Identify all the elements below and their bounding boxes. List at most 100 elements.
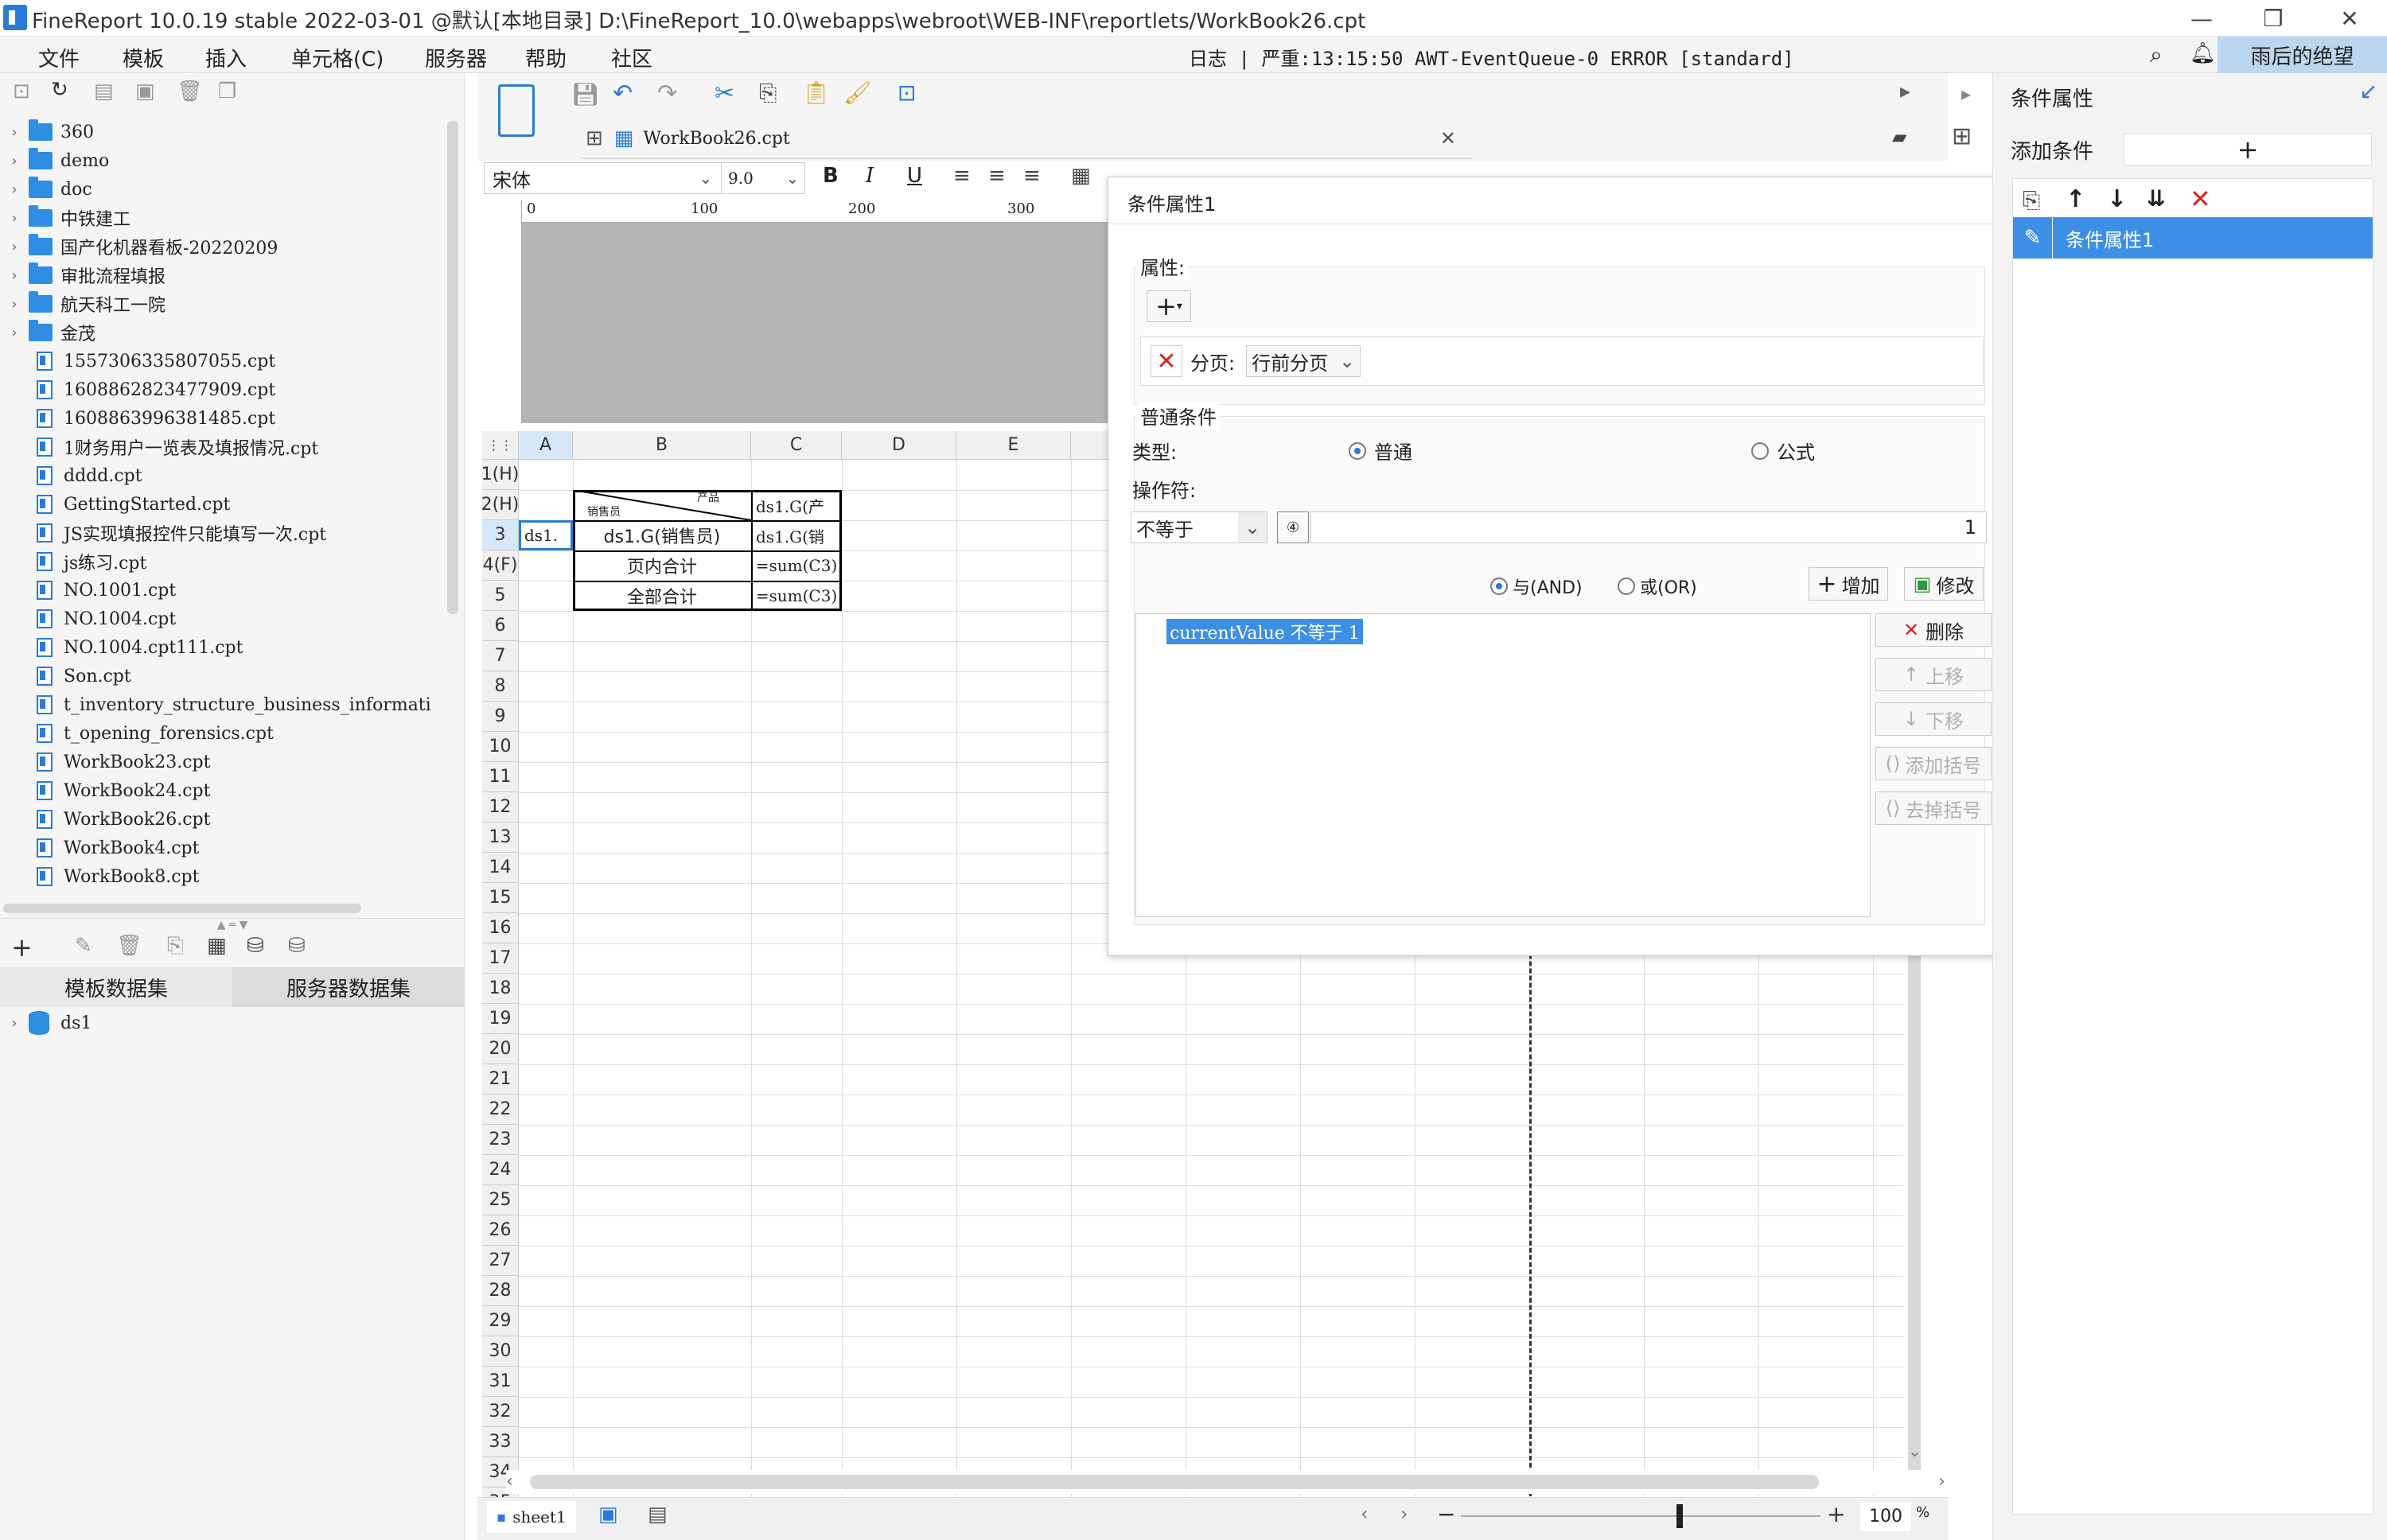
cell-c5[interactable]: =sum(C3) [751,581,842,611]
menu-server[interactable]: 服务器 [425,43,487,72]
menu-community[interactable]: 社区 [611,43,652,72]
row-header[interactable]: 16 [482,913,519,943]
file-item[interactable]: Son.cpt [0,662,131,690]
folder-item[interactable]: › 审批流程填报 [0,261,165,290]
row-header[interactable]: 14 [482,853,519,883]
log-status[interactable]: 日志 | 严重:13:15:50 AWT-EventQueue-0 ERROR … [1189,43,1794,71]
row-header[interactable]: 3 [482,520,519,550]
row-header[interactable]: 17 [482,943,519,974]
file-item[interactable]: 1608863996381485.cpt [0,404,275,433]
condition-item[interactable]: currentValue 不等于 1 [1166,619,1363,644]
panel-toggle-icon[interactable]: ▸ [1961,83,1971,105]
cell-a3[interactable]: ds1. [519,520,573,550]
row-header[interactable]: 1(H) [481,460,519,490]
expand-arrow-icon[interactable]: › [0,210,29,227]
expand-arrow-icon[interactable]: › [0,296,29,313]
value-input[interactable]: 1 [1310,511,1987,543]
refresh-icon[interactable]: ↻ [51,78,68,102]
row-header[interactable]: 15 [482,883,519,913]
expand-arrow-icon[interactable]: › [0,181,29,198]
restore-button[interactable]: ❐ [2237,0,2309,37]
condition-list[interactable]: currentValue 不等于 1 [1135,613,1871,917]
row-header[interactable]: 20 [482,1034,519,1064]
copy-icon[interactable]: ❐ [218,80,236,103]
column-header[interactable]: C [751,431,842,460]
search-icon[interactable]: ⌕ [2150,41,2163,68]
folder-item[interactable]: › 金茂 [0,318,95,347]
row-header[interactable]: 5 [482,581,519,611]
file-item[interactable]: t_inventory_structure_business_informati [0,690,431,719]
type-normal-radio[interactable]: 普通 [1349,437,1412,465]
row-header[interactable]: 18 [482,974,519,1004]
row-header[interactable]: 21 [482,1064,519,1095]
row-header[interactable]: 33 [482,1427,519,1457]
row-header[interactable]: 4(F) [482,550,519,581]
file-item[interactable]: NO.1001.cpt [0,576,176,605]
delete-condition-icon[interactable]: ✕ [2190,184,2211,214]
row-header[interactable]: 12 [482,792,519,822]
row-header[interactable]: 29 [482,1306,519,1336]
expand-arrow-icon[interactable]: › [0,325,29,341]
properties-icon[interactable]: ▤ [94,80,114,103]
remove-property-icon[interactable]: ✕ [1151,345,1182,377]
column-header[interactable]: B [573,431,751,460]
scroll-down-icon[interactable]: ⌄ [1908,1441,1922,1460]
row-header[interactable]: 23 [482,1125,519,1155]
layout-icon[interactable]: ⊞ [1952,122,1972,150]
expand-arrow-icon[interactable]: › [0,1015,29,1032]
prev-sheet-icon[interactable]: ‹ [1361,1503,1369,1525]
file-item[interactable]: JS实现填报控件只能填写一次.cpt [0,519,326,547]
expand-arrow-icon[interactable]: › [0,239,29,255]
preview-icon[interactable]: ⎘ [167,934,184,959]
row-header[interactable]: 27 [482,1246,519,1276]
file-item[interactable]: NO.1004.cpt111.cpt [0,633,243,662]
pin-icon[interactable]: ↙ [2359,78,2377,104]
remove-bracket-button[interactable]: ⟨⟩ 去掉括号 [1875,791,1992,825]
splitter[interactable]: ▲ ═ ▼ [0,918,465,931]
add-dataset-icon[interactable]: + [11,932,33,962]
menu-template[interactable]: 模板 [123,43,164,72]
scroll-right-icon[interactable]: › [1938,1472,1945,1491]
folder-item[interactable]: › 360 [0,118,94,146]
row-header[interactable]: 7 [482,641,519,671]
file-item[interactable]: GettingStarted.cpt [0,490,230,519]
edit-icon[interactable]: ✎ [75,934,92,958]
file-item[interactable]: 1608862823477909.cpt [0,375,275,404]
move-bottom-icon[interactable]: ⇊ [2147,185,2165,212]
menu-file[interactable]: 文件 [38,43,80,72]
file-item[interactable]: 1557306335807055.cpt [0,347,275,375]
folder-item[interactable]: › doc [0,175,92,204]
row-header[interactable]: 6 [482,611,519,641]
menu-cell[interactable]: 单元格(C) [291,43,384,72]
add-condition-plus-button[interactable]: + [2124,134,2372,165]
bell-icon[interactable]: 🔔︎ [2190,41,2216,65]
row-header[interactable]: 2(H) [481,490,519,520]
value-type-icon[interactable]: ④ [1277,511,1309,543]
copy-condition-icon[interactable]: ⎘ [2023,187,2040,214]
move-up-icon[interactable]: ↑ [2066,185,2085,213]
move-down-button[interactable]: ↓ 下移 [1875,702,1992,736]
column-header[interactable]: A [519,431,573,460]
or-radio[interactable]: 或(OR) [1618,574,1697,599]
new-folder-icon[interactable]: ⊡ [13,80,30,103]
tab-server-dataset[interactable]: 服务器数据集 [232,967,465,1007]
move-up-button[interactable]: ↑ 上移 [1875,658,1992,691]
row-header[interactable]: 26 [482,1215,519,1246]
cell-b5[interactable]: 全部合计 [573,581,751,611]
menu-help[interactable]: 帮助 [525,43,567,72]
select-all-corner[interactable]: ⋮⋮ [482,431,519,460]
cell-c3[interactable]: ds1.G(销 [751,520,842,550]
row-header[interactable]: 30 [482,1336,519,1367]
delete-button[interactable]: ✕ 删除 [1875,613,1992,647]
tree-hscrollbar[interactable] [3,904,361,913]
scroll-left-icon[interactable]: ‹ [506,1472,513,1491]
user-button[interactable]: 雨后的绝望 [2218,37,2387,73]
add-report-icon[interactable]: ▤ [648,1503,668,1526]
minimize-button[interactable]: — [2166,0,2237,37]
slash-bottom-text[interactable]: 销售员 [576,504,632,519]
cell-c2[interactable]: ds1.G(产 [751,490,842,520]
next-sheet-icon[interactable]: › [1400,1503,1408,1525]
file-item[interactable]: WorkBook23.cpt [0,748,210,776]
and-radio[interactable]: 与(AND) [1490,574,1583,599]
row-header[interactable]: 8 [482,671,519,702]
